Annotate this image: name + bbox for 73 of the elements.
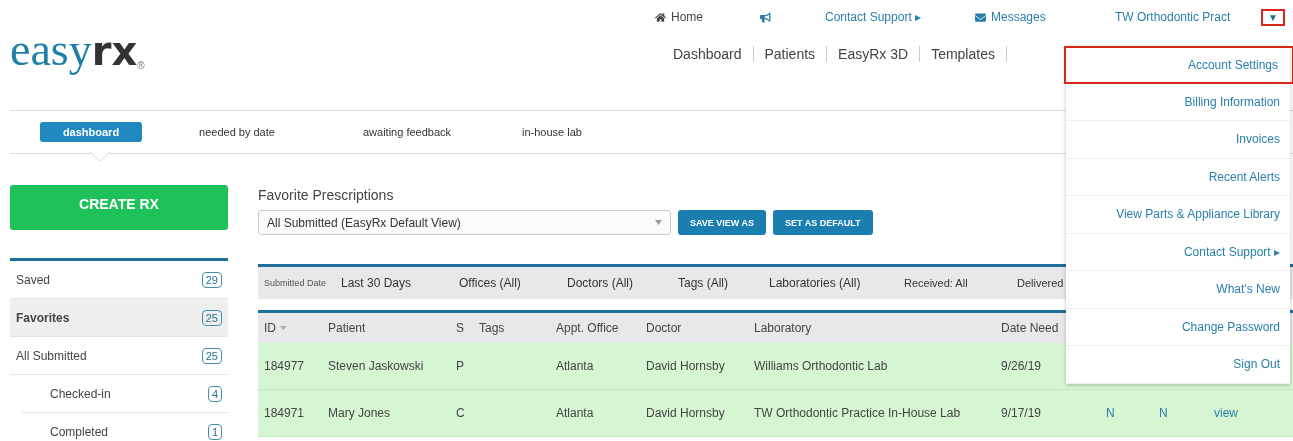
view-button[interactable]: SAVE VIEW AS — [678, 210, 766, 235]
table-cell-text: 9/17/19 — [1000, 406, 1043, 420]
account-name[interactable]: TW Orthodontic Pract — [1115, 10, 1261, 24]
filter-button[interactable]: Last 30 Days — [335, 276, 453, 290]
table-cell-text: Williams Orthodontic Lab — [753, 359, 889, 373]
view-button[interactable]: SET AS DEFAULT — [773, 210, 873, 235]
count-badge: 25 — [201, 347, 222, 364]
tab[interactable]: dashboard — [40, 122, 142, 142]
menu-item[interactable]: Account Settings — [1064, 46, 1293, 84]
menu-item[interactable]: Sign Out — [1066, 346, 1290, 384]
table-cell-text: C — [455, 406, 466, 420]
filter-button[interactable]: Laboratories (All) — [763, 276, 902, 290]
tab[interactable]: in-house lab — [502, 122, 602, 142]
tab[interactable]: awaiting feedback — [332, 122, 482, 142]
table-cell-text: 9/26/19 — [1000, 359, 1043, 373]
home-icon — [655, 11, 666, 23]
table-cell-text: David Hornsby — [645, 359, 726, 373]
count-badge: 29 — [201, 271, 222, 288]
table-cell-text: Mary Jones — [327, 406, 392, 420]
count-badge: 1 — [207, 423, 222, 440]
column-header[interactable]: Appt. Office — [550, 321, 640, 335]
column-header[interactable]: Tags — [473, 321, 550, 335]
filter-label: Submitted Date — [263, 278, 328, 288]
nav-link[interactable]: Templates — [920, 46, 1007, 62]
filter-button[interactable]: Doctors (All) — [561, 276, 672, 290]
column-header[interactable]: Patient — [322, 321, 450, 335]
logo: easyrx$_{®}$ — [10, 26, 145, 73]
menu-item[interactable]: What's New — [1066, 271, 1290, 309]
column-header[interactable]: Laboratory — [748, 321, 995, 335]
menu-item[interactable]: Billing Information — [1066, 83, 1290, 121]
menu-item[interactable]: Invoices — [1066, 121, 1290, 159]
home-link[interactable]: Home — [671, 10, 703, 24]
messages-link[interactable]: Messages — [991, 10, 1046, 24]
nav-link[interactable]: EasyRx 3D — [827, 46, 921, 62]
column-header[interactable]: S — [450, 321, 473, 335]
table-cell-text: TW Orthodontic Practice In-House Lab — [753, 406, 962, 420]
sidebar-label: Completed — [50, 424, 109, 439]
sidebar-label: Saved — [16, 272, 51, 287]
column-header[interactable]: ID — [258, 321, 322, 335]
support-link[interactable]: Contact Support ▸ — [825, 10, 922, 24]
nav-link[interactable]: Dashboard — [655, 46, 754, 62]
table-cell-text: David Hornsby — [645, 406, 726, 420]
sidebar-label: Favorites — [16, 310, 70, 325]
table-cell-text: Steven Jaskowski — [327, 359, 425, 373]
nav-link[interactable]: Patients — [753, 46, 828, 62]
table-cell-text: P — [455, 359, 465, 373]
dropdown-arrow-icon — [655, 220, 662, 225]
menu-item[interactable]: View Parts & Appliance Library — [1066, 196, 1290, 234]
filter-button[interactable]: Received: All — [902, 277, 1015, 289]
section-title: Favorite Prescriptions — [258, 186, 395, 205]
table-cell-text: Atlanta — [555, 359, 595, 373]
table-link[interactable]: N — [1153, 406, 1208, 420]
view-select[interactable]: All Submitted (EasyRx Default View) — [258, 210, 671, 235]
count-badge: 4 — [207, 385, 222, 402]
megaphone-icon[interactable] — [760, 11, 771, 23]
envelope-icon — [975, 11, 986, 23]
count-badge: 25 — [201, 309, 222, 326]
table-link[interactable]: N — [1100, 406, 1153, 420]
menu-item[interactable]: Recent Alerts — [1066, 158, 1290, 196]
table-cell-text: 184971 — [263, 406, 306, 420]
table-cell-text: 184977 — [263, 359, 306, 373]
sidebar-label: Checked-in — [50, 386, 111, 401]
menu-item[interactable]: Change Password — [1066, 308, 1290, 346]
account-menu-button[interactable]: ▼ — [1261, 8, 1285, 26]
table-cell-text: Atlanta — [555, 406, 595, 420]
sidebar-label: All Submitted — [16, 348, 87, 363]
filter-button[interactable]: Offices (All) — [453, 276, 561, 290]
table-link[interactable]: view — [1208, 406, 1293, 420]
column-header[interactable]: Doctor — [640, 321, 748, 335]
filter-button[interactable]: Tags (All) — [672, 276, 763, 290]
menu-item[interactable]: Contact Support ▸ — [1066, 233, 1290, 271]
sidebar-item[interactable]: Favorites 25 — [10, 299, 228, 337]
tab[interactable]: needed by date — [162, 122, 312, 142]
